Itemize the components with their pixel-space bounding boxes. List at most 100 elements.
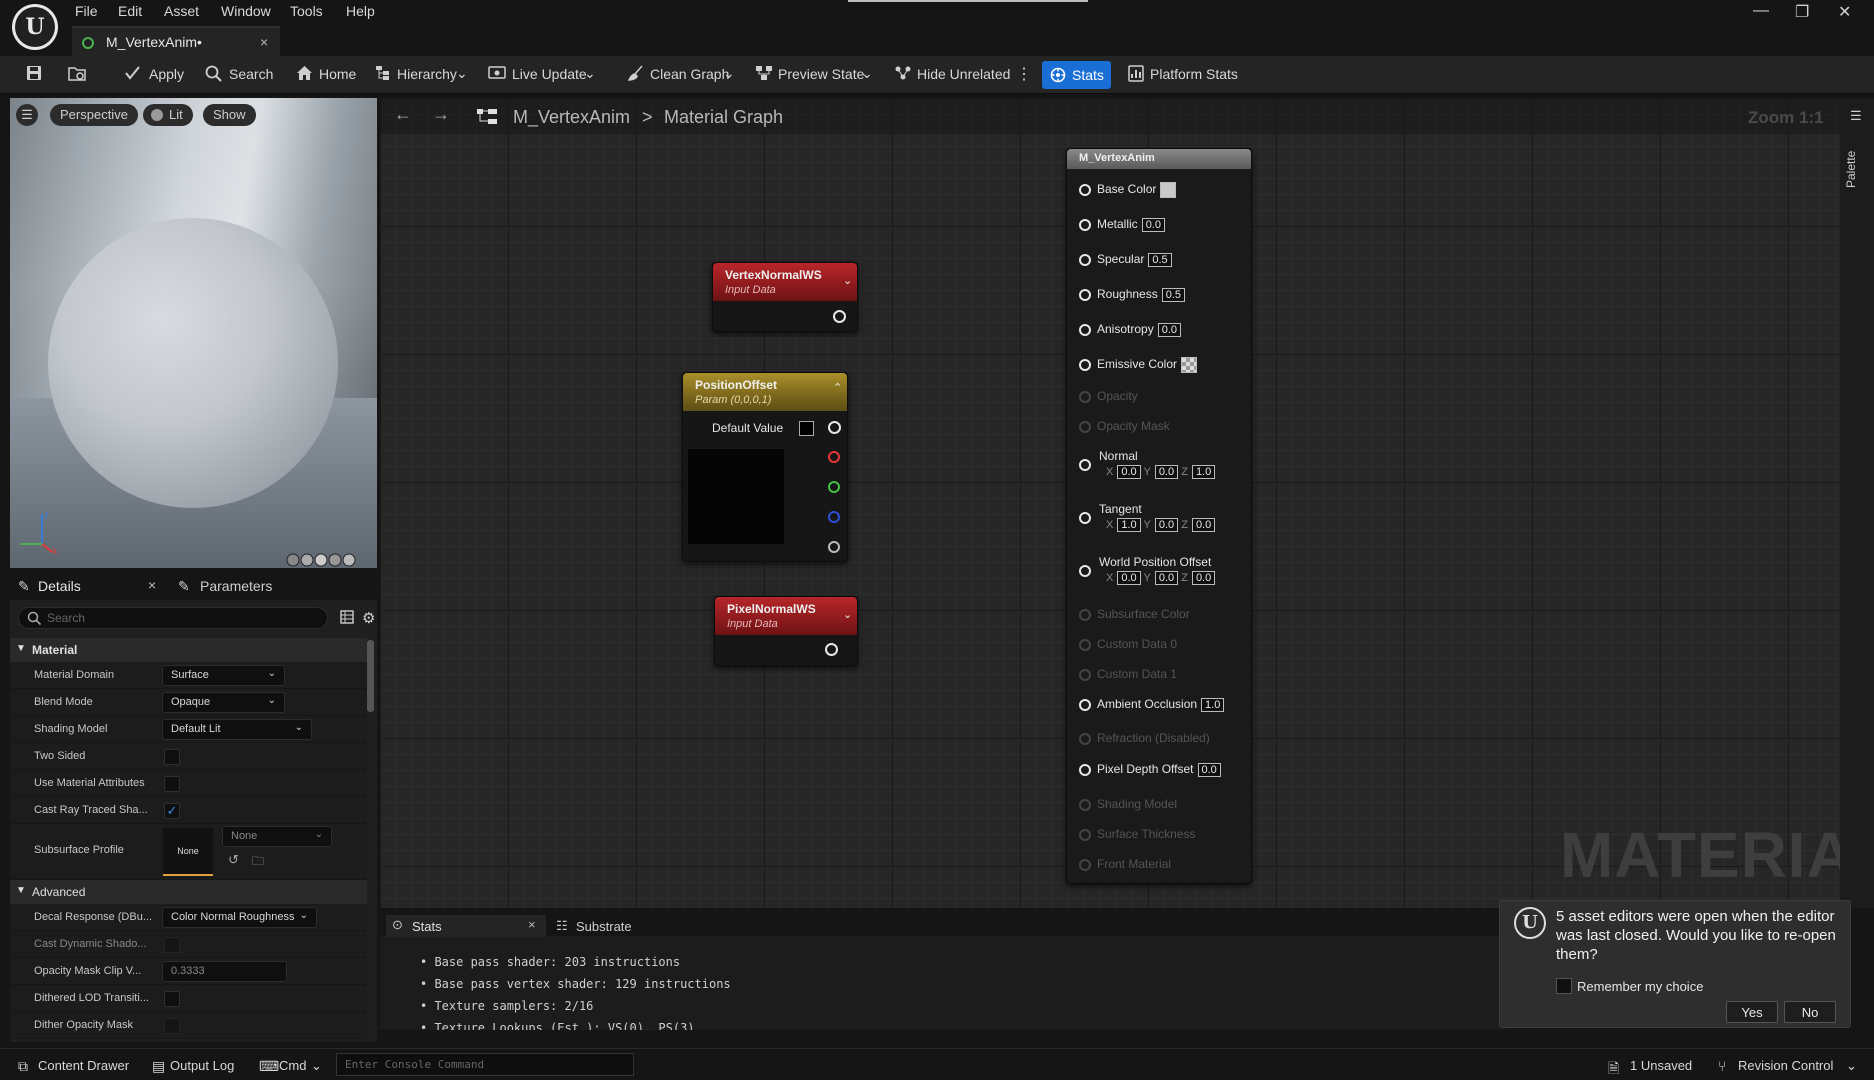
collapse-chevron-icon[interactable]: ⌃ — [833, 381, 842, 394]
pin-base-color[interactable]: Base Color — [1079, 182, 1177, 198]
menu-file[interactable]: File — [75, 3, 98, 19]
unreal-logo[interactable]: U — [12, 4, 58, 50]
input-pin[interactable] — [1079, 698, 1091, 711]
output-pin[interactable] — [833, 310, 846, 323]
tangent-y[interactable]: 0.0 — [1154, 518, 1179, 532]
tangent-z[interactable]: 0.0 — [1191, 518, 1216, 532]
revision-control-chevron-down-icon[interactable]: ⌄ — [1846, 1058, 1857, 1074]
content-drawer-button[interactable]: Content Drawer — [38, 1058, 129, 1073]
settings-gear-icon[interactable]: ⚙ — [362, 609, 375, 627]
material-graph-canvas[interactable]: ← → M_VertexAnim > Material Graph Zoom 1… — [380, 98, 1840, 908]
forward-arrow-icon[interactable]: → — [432, 104, 450, 125]
menu-window[interactable]: Window — [221, 3, 271, 19]
tab-stats[interactable]: ⊙ Stats × — [386, 915, 546, 937]
section-advanced[interactable]: ▼ Advanced — [10, 880, 367, 904]
emissive-swatch[interactable] — [1181, 357, 1198, 373]
hierarchy-chevron-down-icon[interactable]: ⌄ — [456, 65, 468, 82]
cmd-chevron-down-icon[interactable]: ⌄ — [311, 1058, 322, 1074]
live-update-button[interactable]: Live Update — [512, 66, 587, 82]
preview-shape-icons[interactable] — [286, 553, 376, 567]
breadcrumb-graph[interactable]: Material Graph — [664, 107, 783, 128]
reset-arrow-icon[interactable]: ↺ — [228, 852, 239, 868]
pin-metallic[interactable]: Metallic 0.0 — [1079, 217, 1165, 232]
menu-help[interactable]: Help — [346, 3, 375, 19]
details-scrollbar[interactable] — [367, 640, 374, 712]
hierarchy-button[interactable]: Hierarchy — [397, 66, 457, 82]
decal-response-dropdown[interactable]: Color Normal Roughness ⌄ — [162, 907, 317, 928]
ambient-occlusion-value[interactable]: 1.0 — [1201, 698, 1225, 712]
yes-button[interactable]: Yes — [1726, 1001, 1778, 1023]
details-search-input[interactable]: Search — [18, 607, 328, 629]
input-pin[interactable] — [1079, 184, 1091, 196]
tab-details[interactable]: Details — [38, 578, 81, 594]
input-pin[interactable] — [1079, 218, 1091, 231]
normal-y[interactable]: 0.0 — [1154, 465, 1179, 479]
node-vertex-normal-ws[interactable]: VertexNormalWS Input Data ⌄ — [712, 262, 858, 332]
home-button[interactable]: Home — [319, 66, 356, 82]
preview-viewport[interactable]: ☰ Perspective Lit Show zx — [10, 98, 377, 568]
base-color-swatch[interactable] — [1160, 182, 1177, 198]
anisotropy-value[interactable]: 0.0 — [1157, 323, 1181, 337]
viewport-menu-icon[interactable]: ☰ — [16, 104, 38, 126]
metallic-value[interactable]: 0.0 — [1141, 218, 1165, 232]
normal-z[interactable]: 1.0 — [1191, 465, 1216, 479]
back-arrow-icon[interactable]: ← — [394, 104, 412, 125]
node-material-result[interactable]: M_VertexAnim Base Color Metallic 0.0 Spec… — [1066, 148, 1252, 884]
save-icon[interactable] — [26, 65, 42, 81]
palette-tab[interactable]: Palette — [1844, 138, 1866, 188]
output-pin-a[interactable] — [828, 541, 840, 553]
use-material-attributes-checkbox[interactable] — [164, 776, 180, 792]
pin-ambient-occlusion[interactable]: Ambient Occlusion 1.0 — [1079, 697, 1225, 712]
output-pin[interactable] — [825, 643, 838, 656]
collapse-chevron-icon[interactable]: ⌄ — [843, 274, 852, 287]
input-pin-tangent[interactable] — [1079, 512, 1091, 524]
palette-menu-icon[interactable]: ☰ — [1850, 108, 1862, 124]
clean-graph-button[interactable]: Clean Graph — [650, 66, 729, 82]
output-pin-b[interactable] — [828, 511, 840, 523]
more-icon[interactable]: ⋮ — [1016, 64, 1032, 84]
material-domain-dropdown[interactable]: Surface ⌄ — [162, 665, 285, 686]
input-pin-normal[interactable] — [1079, 459, 1091, 471]
opacity-mask-clip-input[interactable]: 0.3333 — [162, 961, 287, 982]
pin-emissive-color[interactable]: Emissive Color — [1079, 357, 1198, 373]
unsaved-button[interactable]: 1 Unsaved — [1630, 1058, 1692, 1073]
perspective-button[interactable]: Perspective — [50, 104, 138, 126]
shading-model-dropdown[interactable]: Default Lit ⌄ — [162, 719, 312, 740]
breadcrumb-asset[interactable]: M_VertexAnim — [513, 107, 630, 128]
subsurface-profile-dropdown[interactable]: None ⌄ — [222, 826, 332, 847]
stats-button[interactable]: Stats — [1042, 61, 1111, 89]
two-sided-checkbox[interactable] — [164, 749, 180, 765]
search-button[interactable]: Search — [229, 66, 273, 82]
menu-asset[interactable]: Asset — [164, 3, 199, 19]
preview-state-button[interactable]: Preview State — [778, 66, 864, 82]
restore-icon[interactable]: ❐ — [1795, 2, 1809, 22]
dithered-lod-checkbox[interactable] — [164, 991, 180, 1007]
cast-ray-traced-checkbox[interactable]: ✓ — [164, 803, 180, 819]
pin-pixel-depth-offset[interactable]: Pixel Depth Offset 0.0 — [1079, 762, 1221, 777]
hide-unrelated-button[interactable]: Hide Unrelated — [917, 66, 1010, 82]
preview-state-chevron-down-icon[interactable]: ⌄ — [861, 65, 873, 82]
remember-choice-checkbox[interactable] — [1556, 978, 1572, 994]
tangent-x[interactable]: 1.0 — [1117, 518, 1141, 532]
show-button[interactable]: Show — [203, 104, 256, 126]
wpo-x[interactable]: 0.0 — [1117, 571, 1141, 585]
input-pin[interactable] — [1079, 763, 1091, 776]
menu-edit[interactable]: Edit — [118, 3, 142, 19]
section-material[interactable]: ▼ Material — [10, 638, 367, 662]
tab-parameters[interactable]: Parameters — [200, 578, 272, 594]
input-pin[interactable] — [1079, 359, 1091, 371]
wpo-z[interactable]: 0.0 — [1191, 571, 1216, 585]
specular-value[interactable]: 0.5 — [1148, 253, 1172, 267]
default-value-swatch[interactable] — [799, 421, 814, 436]
input-pin[interactable] — [1079, 323, 1091, 336]
apply-button[interactable]: Apply — [149, 66, 184, 82]
revision-control-button[interactable]: Revision Control — [1738, 1058, 1833, 1073]
close-details-icon[interactable]: × — [148, 577, 156, 593]
output-pin-g[interactable] — [828, 481, 840, 493]
console-input[interactable]: Enter Console Command — [336, 1053, 634, 1076]
lit-button[interactable]: Lit — [143, 104, 193, 126]
close-window-icon[interactable]: ✕ — [1838, 2, 1851, 22]
input-pin-world-position-offset[interactable] — [1079, 565, 1091, 577]
pin-specular[interactable]: Specular 0.5 — [1079, 252, 1172, 267]
cmd-button[interactable]: Cmd — [279, 1058, 306, 1073]
